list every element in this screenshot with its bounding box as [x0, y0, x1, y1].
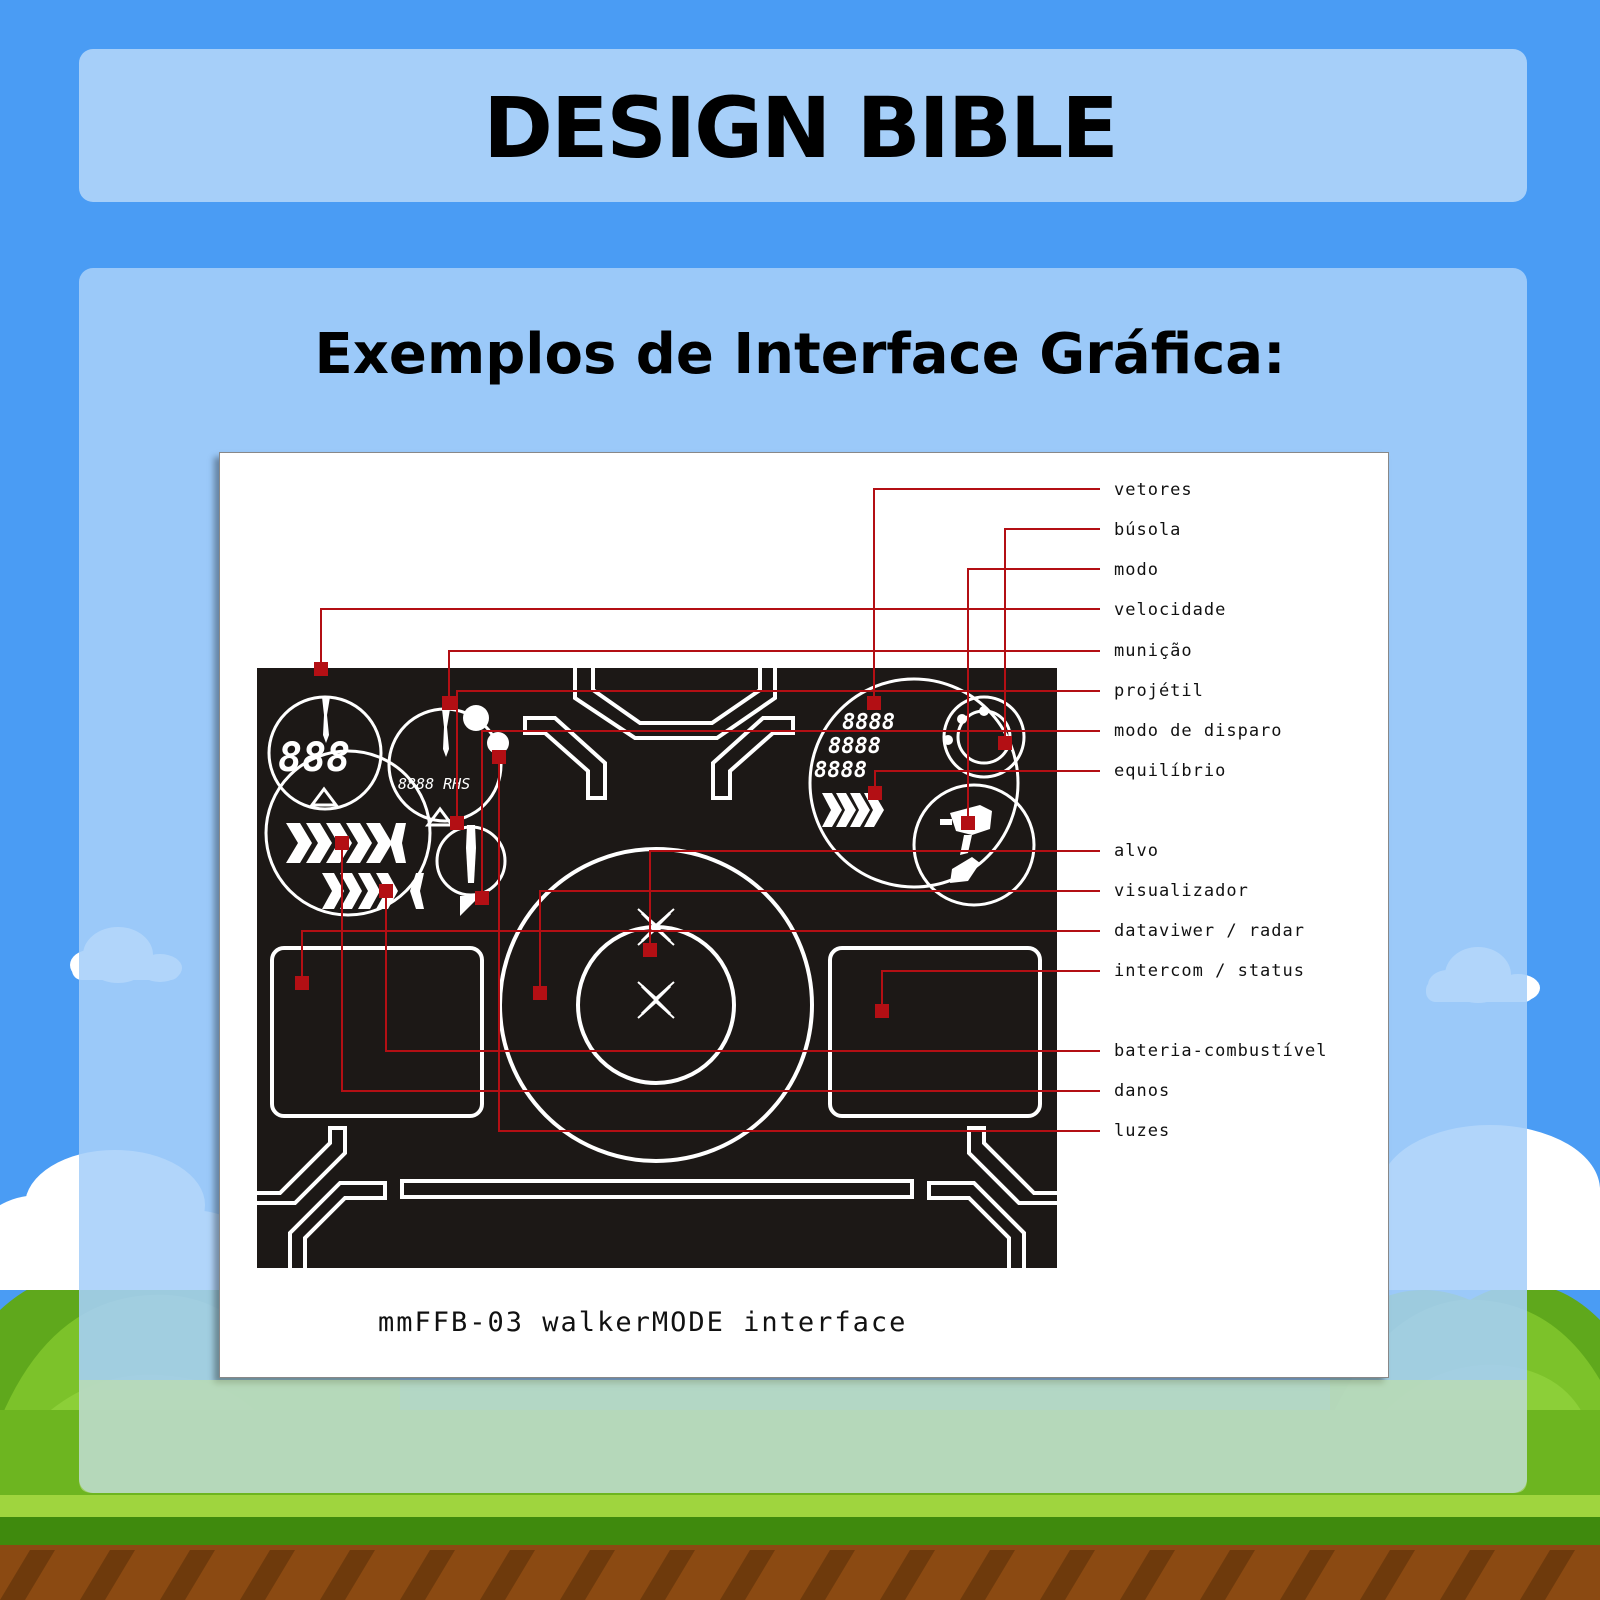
soil-ground [0, 1545, 1600, 1600]
label-projetil: projétil [1114, 681, 1204, 701]
speed-readout: 888 [278, 735, 350, 781]
label-danos: danos [1114, 1081, 1170, 1101]
interface-diagram: 888 8888 RHS 8888 8888 8888 vetores búso… [257, 480, 1327, 1338]
callout-labels: vetores búsola modo velocidade munição p… [1114, 480, 1327, 1141]
label-dataviewer-radar: dataviwer / radar [1114, 921, 1305, 941]
label-modo-de-disparo: modo de disparo [1114, 721, 1283, 741]
label-alvo: alvo [1114, 841, 1159, 861]
label-bateria-combustivel: bateria-combustível [1114, 1041, 1327, 1061]
vector-readout-3: 8888 [814, 758, 867, 783]
label-busola: búsola [1114, 520, 1181, 540]
diagram-caption: mmFFB-03 walkerMODE interface [378, 1307, 907, 1338]
section-subtitle: Exemplos de Interface Gráfica: [314, 322, 1286, 387]
label-municao: munição [1114, 641, 1193, 661]
label-velocidade: velocidade [1114, 600, 1226, 620]
page-title: DESIGN BIBLE [483, 79, 1119, 177]
label-visualizador: visualizador [1114, 881, 1249, 901]
label-equilibrio: equilíbrio [1114, 761, 1226, 781]
interface-diagram-card: 888 8888 RHS 8888 8888 8888 vetores búso… [219, 452, 1389, 1378]
label-luzes: luzes [1114, 1121, 1170, 1141]
vector-readout-2: 8888 [828, 734, 881, 759]
ammo-readout: 8888 RHS [398, 775, 470, 793]
label-intercom-status: intercom / status [1114, 961, 1305, 981]
hud-screen [257, 668, 1057, 1268]
grass-strip [0, 1495, 1600, 1545]
label-vetores: vetores [1114, 480, 1193, 500]
label-modo: modo [1114, 560, 1159, 580]
